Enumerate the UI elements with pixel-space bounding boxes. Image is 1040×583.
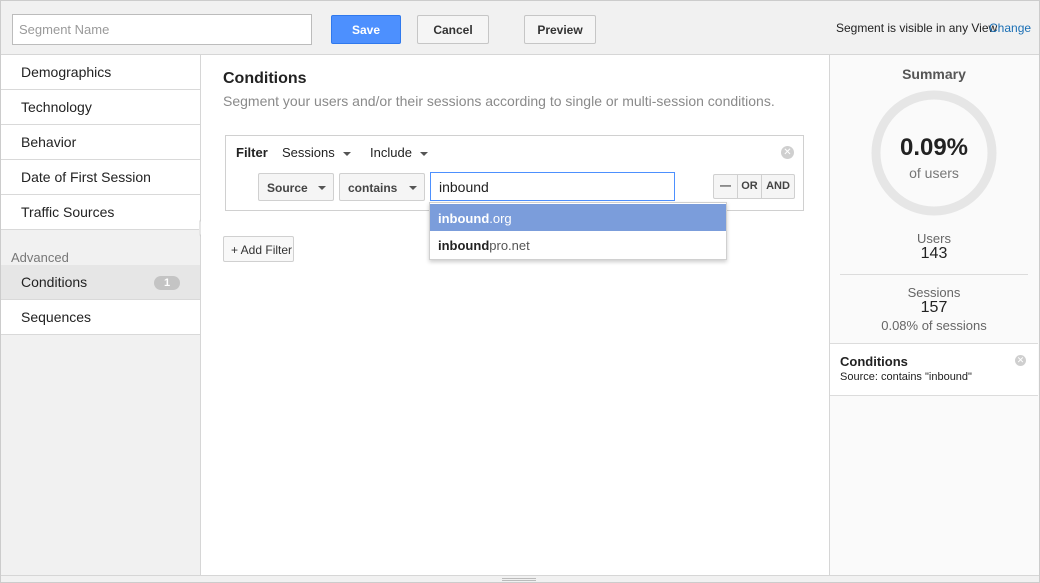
summary-title: Summary: [902, 66, 966, 82]
sidebar-item-demographics[interactable]: Demographics: [1, 55, 200, 90]
dimension-select[interactable]: Source: [258, 173, 334, 201]
cancel-button[interactable]: Cancel: [417, 15, 489, 44]
chevron-down-icon: [342, 151, 351, 156]
conditions-panel: Conditions Segment your users and/or the…: [201, 55, 829, 575]
suggestion-item[interactable]: inbound.org: [430, 204, 726, 231]
chevron-down-icon: [318, 186, 326, 190]
sessions-label: Sessions: [907, 285, 961, 300]
sessions-value: 157: [920, 299, 948, 316]
users-percentage: 0.09%: [899, 134, 969, 161]
segment-name-input[interactable]: [12, 14, 312, 45]
save-button[interactable]: Save: [331, 15, 401, 44]
or-button[interactable]: OR: [738, 175, 762, 198]
sidebar-item-label: Conditions: [21, 274, 88, 290]
chevron-down-icon: [419, 151, 428, 156]
sidebar-item-label: Behavior: [21, 134, 77, 150]
sidebar-item-label: Traffic Sources: [21, 204, 115, 220]
suggestion-rest: .org: [489, 211, 512, 226]
condition-summary-desc: Source: contains "inbound": [840, 371, 972, 383]
operator-select[interactable]: contains: [339, 173, 425, 201]
users-percentage-label: of users: [909, 165, 959, 181]
conditions-count-badge: 1: [154, 276, 180, 290]
bottom-bar: [1, 575, 1039, 582]
advanced-section-label: Advanced: [11, 250, 69, 265]
add-filter-button[interactable]: + Add Filter: [223, 236, 294, 262]
users-value: 143: [920, 245, 948, 262]
condition-operators: — OR AND: [713, 174, 795, 199]
page-subtitle: Segment your users and/or their sessions…: [223, 93, 775, 109]
page-title: Conditions: [223, 70, 307, 87]
visibility-text: Segment is visible in any View: [836, 21, 998, 35]
autocomplete-dropdown: inbound.org inboundpro.net: [429, 202, 727, 260]
include-value: Include: [370, 145, 412, 160]
sidebar-item-label: Date of First Session: [21, 169, 151, 185]
sidebar-item-behavior[interactable]: Behavior: [1, 125, 200, 160]
users-label: Users: [917, 231, 951, 246]
and-button[interactable]: AND: [762, 175, 794, 198]
change-visibility-link[interactable]: Change: [989, 21, 1031, 35]
sidebar-item-label: Demographics: [21, 64, 112, 80]
chevron-down-icon: [409, 186, 417, 190]
suggestion-rest: pro.net: [489, 238, 530, 253]
close-icon[interactable]: ✕: [1015, 355, 1026, 366]
summary-panel: Summary 0.09% of users Users 143 Session…: [829, 55, 1039, 575]
suggestion-item[interactable]: inboundpro.net: [430, 231, 726, 258]
operator-value: contains: [348, 181, 398, 195]
filter-label: Filter: [236, 145, 268, 160]
resize-handle[interactable]: [502, 578, 536, 581]
close-icon[interactable]: ✕: [781, 146, 794, 159]
remove-condition-button[interactable]: —: [714, 175, 738, 198]
dimension-value: Source: [267, 181, 308, 195]
filter-card: Filter Sessions Include ✕ Source contain…: [225, 135, 804, 211]
sidebar-item-technology[interactable]: Technology: [1, 90, 200, 125]
top-toolbar: Save Cancel Preview Segment is visible i…: [1, 1, 1039, 55]
condition-summary-title: Conditions: [840, 354, 908, 369]
sidebar-item-traffic-sources[interactable]: Traffic Sources: [1, 195, 200, 230]
suggestion-match: inbound: [438, 238, 490, 253]
filter-value-input[interactable]: [430, 172, 675, 201]
include-dropdown[interactable]: Include: [370, 145, 428, 160]
segment-editor: Save Cancel Preview Segment is visible i…: [0, 0, 1040, 583]
scope-value: Sessions: [282, 145, 335, 160]
sidebar-item-label: Technology: [21, 99, 92, 115]
sidebar: Demographics Technology Behavior Date of…: [1, 55, 201, 575]
sidebar-item-conditions[interactable]: Conditions 1: [1, 265, 200, 300]
preview-button[interactable]: Preview: [524, 15, 596, 44]
sidebar-item-sequences[interactable]: Sequences: [1, 300, 200, 335]
condition-summary: Conditions Source: contains "inbound" ✕: [830, 343, 1038, 396]
sidebar-item-date-of-first-session[interactable]: Date of First Session: [1, 160, 200, 195]
scope-dropdown[interactable]: Sessions: [282, 145, 351, 160]
sidebar-item-label: Sequences: [21, 309, 92, 325]
sessions-percentage: 0.08% of sessions: [881, 318, 987, 333]
suggestion-match: inbound: [438, 211, 490, 226]
divider: [840, 274, 1028, 275]
